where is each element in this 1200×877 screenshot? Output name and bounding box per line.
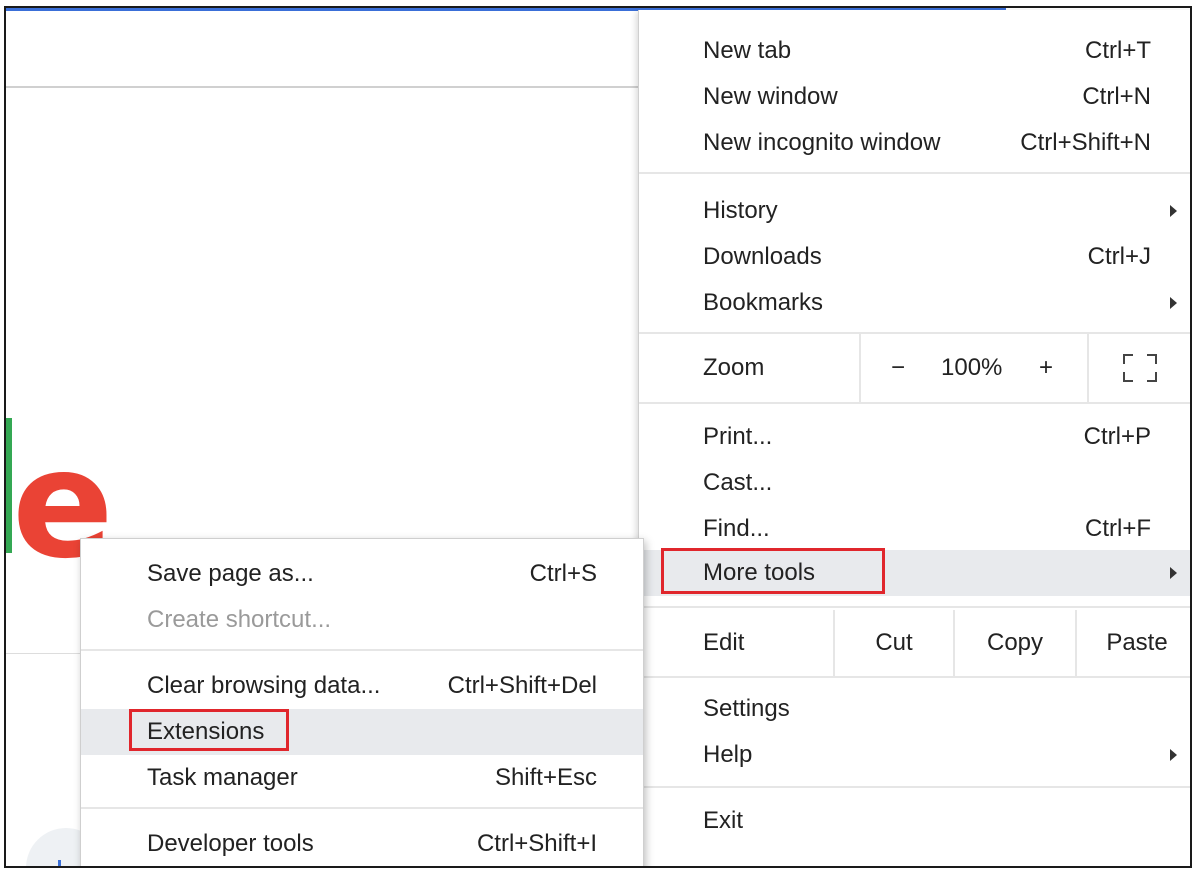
menu-separator [639,676,1190,678]
menu-item-help[interactable]: Help [639,732,1190,778]
menu-item-label: New window [703,83,838,110]
menu-item-print[interactable]: Print... Ctrl+P [639,414,1190,460]
toolbar-area [6,8,646,88]
menu-item-label: Help [703,741,753,768]
menu-item-find[interactable]: Find... Ctrl+F [639,506,1190,552]
menu-item-shortcut: Ctrl+J [1087,243,1151,270]
submenu-arrow-icon [1170,749,1177,761]
copy-button[interactable]: Copy [953,610,1075,676]
menu-item-shortcut: Shift+Esc [494,764,597,791]
submenu-arrow-icon [1170,297,1177,309]
menu-item-label: Print... [703,423,773,450]
zoom-in-button[interactable]: + [1039,345,1053,391]
copy-button-label: Copy [986,629,1044,656]
menu-item-downloads[interactable]: Downloads Ctrl+J [639,234,1190,280]
paste-button-label: Paste [1106,629,1168,656]
menu-separator [639,172,1190,174]
menu-item-exit[interactable]: Exit [639,798,1190,844]
menu-item-new-incognito-window[interactable]: New incognito window Ctrl+Shift+N [639,120,1190,166]
zoom-level: 100% [941,354,1003,381]
menu-separator [639,786,1190,788]
menu-item-shortcut: Ctrl+Shift+I [476,830,597,857]
submenu-arrow-icon [1170,205,1177,217]
submenu-item-create-shortcut: Create shortcut... [81,597,643,643]
fullscreen-icon[interactable] [1123,354,1157,382]
menu-item-label: New tab [703,37,792,64]
submenu-arrow-icon [1170,567,1177,579]
zoom-control: − 100% + [859,334,1089,402]
menu-item-shortcut: Ctrl+Shift+N [1020,129,1151,156]
menu-item-label: New incognito window [703,129,941,156]
menu-item-label: Exit [703,807,744,834]
menu-item-label: Save page as... [147,560,314,587]
menu-item-label: Extensions [147,718,265,745]
menu-separator [639,402,1190,404]
menu-item-shortcut: Ctrl+P [1083,423,1151,450]
menu-item-history[interactable]: History [639,188,1190,234]
submenu-item-extensions[interactable]: Extensions [81,709,643,755]
menu-item-shortcut: Ctrl+T [1085,37,1151,64]
menu-separator [639,606,1190,608]
menu-item-label: Create shortcut... [147,606,332,633]
menu-item-cast[interactable]: Cast... [639,460,1190,506]
edit-row: Edit Cut Copy Paste [639,610,1190,676]
menu-item-bookmarks[interactable]: Bookmarks [639,280,1190,326]
menu-item-label: Settings [703,695,790,722]
menu-item-settings[interactable]: Settings [639,686,1190,732]
screenshot-frame: e New tab Ctrl+T New window Ctrl+N New i… [4,6,1192,868]
paste-button[interactable]: Paste [1075,610,1190,676]
menu-item-shortcut: Ctrl+S [529,560,597,587]
submenu-item-task-manager[interactable]: Task manager Shift+Esc [81,755,643,801]
submenu-item-clear-browsing-data[interactable]: Clear browsing data... Ctrl+Shift+Del [81,663,643,709]
background-blue-mark [58,860,61,866]
cut-button[interactable]: Cut [833,610,953,676]
more-tools-submenu: Save page as... Ctrl+S Create shortcut..… [80,538,644,866]
menu-item-label: Clear browsing data... [147,672,381,699]
zoom-row: Zoom − 100% + [639,334,1190,402]
menu-item-label: Find... [703,515,770,542]
menu-item-shortcut: Ctrl+N [1082,83,1151,110]
menu-item-shortcut: Ctrl+F [1085,515,1151,542]
menu-item-label: More tools [703,559,816,586]
menu-item-label: Bookmarks [703,289,824,316]
chrome-main-menu: New tab Ctrl+T New window Ctrl+N New inc… [638,10,1190,866]
zoom-out-button[interactable]: − [891,345,905,391]
menu-item-shortcut: Ctrl+Shift+Del [447,672,597,699]
menu-item-new-window[interactable]: New window Ctrl+N [639,74,1190,120]
edit-label: Edit [703,629,745,656]
submenu-item-developer-tools[interactable]: Developer tools Ctrl+Shift+I [81,821,643,866]
menu-item-label: Developer tools [147,830,314,857]
background-divider [6,653,86,654]
menu-item-label: Downloads [703,243,822,270]
menu-item-label: Cast... [703,469,773,496]
cut-button-label: Cut [875,629,913,656]
zoom-label: Zoom [703,354,765,381]
menu-item-more-tools[interactable]: More tools [639,550,1190,596]
menu-item-new-tab[interactable]: New tab Ctrl+T [639,28,1190,74]
menu-separator [81,807,643,809]
submenu-item-save-page[interactable]: Save page as... Ctrl+S [81,551,643,597]
menu-separator [81,649,643,651]
menu-item-label: History [703,197,778,224]
menu-item-label: Task manager [147,764,298,791]
